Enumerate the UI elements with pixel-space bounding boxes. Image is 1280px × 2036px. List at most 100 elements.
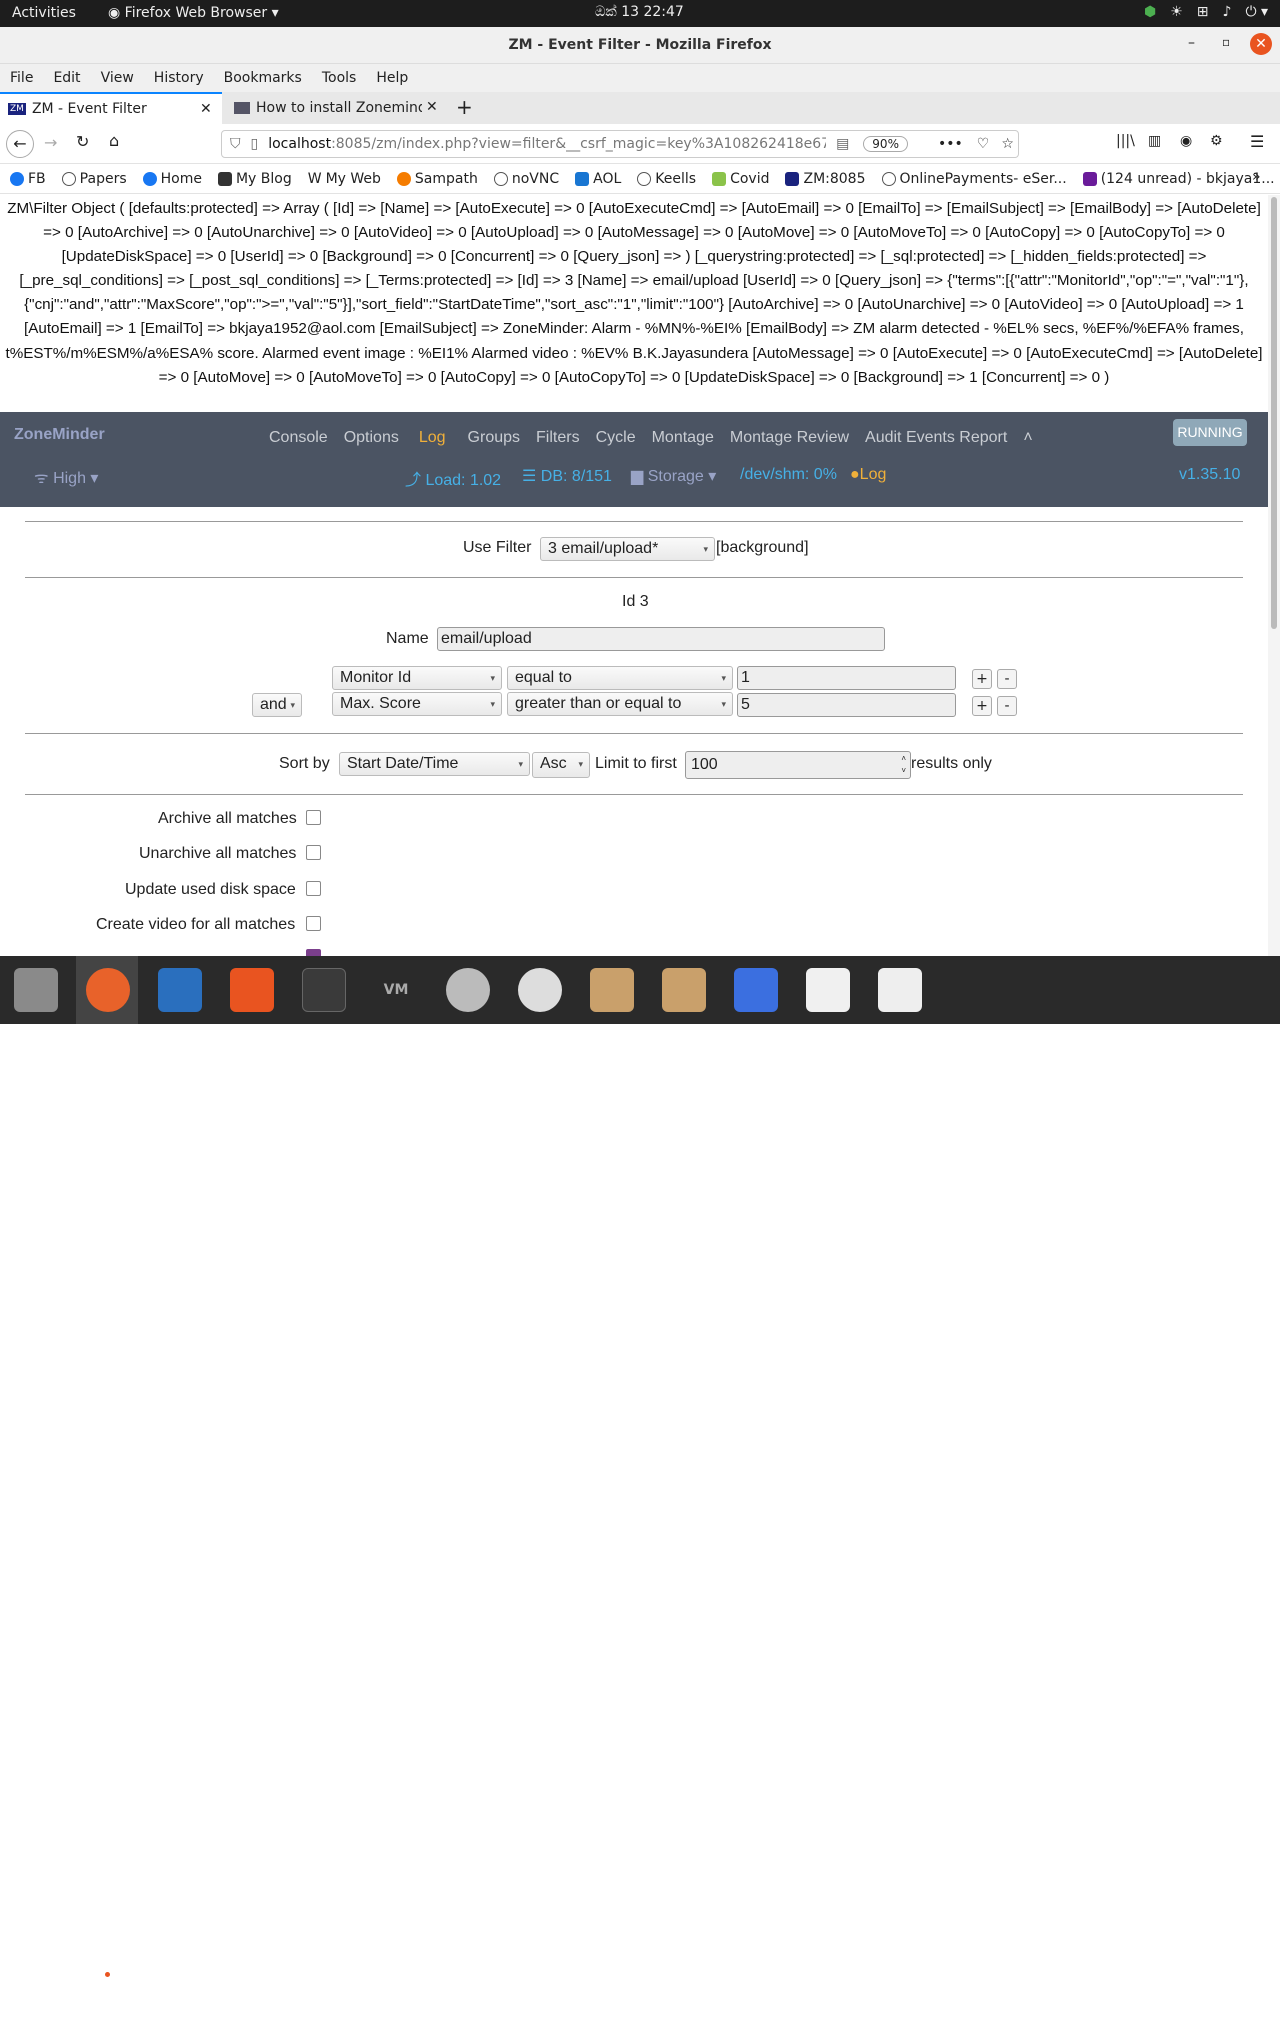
new-tab-icon[interactable]: + [456,95,473,119]
archive-install-icon[interactable] [590,968,634,1012]
more-bookmarks-icon[interactable]: » [1252,169,1261,185]
bookmark-star-icon[interactable]: ☆ [1001,136,1014,152]
term-1-value-input[interactable]: 1 [737,666,956,690]
zm-nav-montage-review[interactable]: Montage Review [730,429,849,447]
zm-nav-montage[interactable]: Montage [652,429,714,447]
users-icon[interactable] [446,968,490,1012]
sort-field-select[interactable]: Start Date/Time ▾ [339,752,530,776]
forward-icon[interactable]: → [44,133,57,152]
pocket-icon[interactable]: ♡ [977,136,990,152]
back-icon[interactable]: ← [6,130,34,158]
screenshot-icon[interactable] [734,968,778,1012]
term-2-value-input[interactable]: 5 [737,693,956,717]
menu-tools[interactable]: Tools [322,70,357,86]
zm-nav-groups[interactable]: Groups [468,429,520,447]
storage-dropdown[interactable]: ▆ Storage ▾ [631,466,716,486]
power-icon[interactable]: ⏻ ▾ [1245,4,1268,20]
bookmark-sampath[interactable]: Sampath [396,171,478,187]
account-icon[interactable]: ◉ [1180,133,1192,149]
text-editor-icon[interactable] [806,968,850,1012]
upload-checkbox[interactable] [306,949,321,956]
menu-file[interactable]: File [10,70,33,86]
zm-nav-console[interactable]: Console [269,429,328,447]
bookmark-fb[interactable]: FB [10,171,46,187]
close-tab-icon[interactable]: ✕ [426,99,438,115]
home-icon[interactable]: ⌂ [109,131,119,150]
term-2-op-select[interactable]: greater than or equal to ▾ [507,692,733,716]
scrollbar-thumb[interactable] [1271,197,1277,629]
terminal-icon[interactable] [302,968,346,1012]
document-viewer-icon[interactable] [878,968,922,1012]
maximize-icon[interactable]: ▫ [1222,35,1230,49]
url-bar[interactable]: ⛉ ▯ localhost :8085/zm/index.php?view=fi… [221,130,1019,158]
log-alert[interactable]: ●Log [850,466,886,484]
clock[interactable]: ඔක් 13 22:47 [595,4,684,20]
menu-history[interactable]: History [154,70,204,86]
limit-input[interactable]: 100 ˄ ˅ [685,751,911,779]
filter-select[interactable]: 3 email/upload* ▾ [540,537,715,561]
term-1-attr-select[interactable]: Monitor Id ▾ [332,666,502,690]
page-scrollbar[interactable] [1268,195,1280,956]
firefox-dock-icon[interactable] [86,968,130,1012]
shield-icon[interactable]: ⛉ [230,136,241,152]
bookmark-online-payments[interactable]: OnlinePayments- eSer... [881,171,1067,187]
writer-icon[interactable] [158,968,202,1012]
vm-icon[interactable]: VM [374,968,418,1012]
zoom-indicator[interactable]: 90% [863,136,908,152]
activities-button[interactable]: Activities [12,5,76,21]
menu-bookmarks[interactable]: Bookmarks [224,70,302,86]
close-window-icon[interactable]: ✕ [1250,33,1272,55]
unarchive-checkbox[interactable] [306,845,321,860]
bookmark-my-web[interactable]: W My Web [308,171,381,187]
stepper-icon[interactable]: ˄ ˅ [901,753,906,777]
updater-icon[interactable] [518,968,562,1012]
zm-nav-filters[interactable]: Filters [536,429,580,447]
reload-icon[interactable]: ↻ [76,132,89,151]
network-icon[interactable]: ⊞ [1197,4,1209,20]
software-center-icon[interactable] [230,968,274,1012]
bookmark-keells[interactable]: Keells [637,171,696,187]
files-icon[interactable] [14,968,58,1012]
bookmark-aol-mail[interactable]: (124 unread) - bkjaya1... [1082,171,1275,187]
menu-edit[interactable]: Edit [53,70,80,86]
minimize-icon[interactable]: – [1188,35,1195,51]
hamburger-menu-icon[interactable]: ☰ [1250,132,1264,151]
update-disk-space-checkbox[interactable] [306,881,321,896]
archive-checkbox[interactable] [306,810,321,825]
zm-nav-options[interactable]: Options [344,429,399,447]
bookmark-home[interactable]: Home [142,171,202,187]
bookmark-novnc[interactable]: noVNC [493,171,559,187]
bandwidth-dropdown[interactable]: ᯤ High ▾ [34,466,98,488]
filter-name-input[interactable]: email/upload [437,627,885,651]
menu-help[interactable]: Help [376,70,408,86]
shield-icon[interactable]: ⬢ [1144,4,1156,20]
show-apps-icon[interactable]: • • • • • • • • • [1226,1925,1260,2035]
zm-status-badge[interactable]: RUNNING [1173,419,1247,446]
extensions-icon[interactable]: ⚙ [1210,133,1223,149]
bookmark-aol[interactable]: AOL [575,171,621,187]
zm-nav-cycle[interactable]: Cycle [596,429,636,447]
remove-term-button[interactable]: - [997,669,1017,689]
brightness-icon[interactable]: ☀ [1170,4,1183,20]
page-info-icon[interactable]: ▯ [251,136,259,152]
bookmark-covid[interactable]: Covid [712,171,769,187]
app-menu[interactable]: ◉ Firefox Web Browser ▾ [108,5,279,21]
system-tray[interactable]: ⬢ ☀ ⊞ ♪ ⏻ ▾ [1144,4,1268,20]
menu-view[interactable]: View [101,70,134,86]
bookmark-zm[interactable]: ZM:8085 [785,171,866,187]
package-icon[interactable] [662,968,706,1012]
tab-how-to-install[interactable]: How to install Zoneminder ✕ [226,92,448,124]
term-2-conjunction-select[interactable]: and ▾ [252,693,302,717]
collapse-nav-icon[interactable]: ˄ [1023,429,1032,447]
bookmark-papers[interactable]: Papers [61,171,127,187]
library-icon[interactable]: |||\ [1116,133,1135,149]
tab-zm-event-filter[interactable]: ZM ZM - Event Filter ✕ [0,92,222,124]
add-term-button[interactable]: + [972,696,992,716]
close-tab-icon[interactable]: ✕ [200,101,212,117]
zm-brand[interactable]: ZoneMinder [14,426,105,444]
reader-view-icon[interactable]: ▤ [836,136,849,152]
volume-icon[interactable]: ♪ [1223,4,1232,20]
zm-nav-log[interactable]: Log [419,429,446,447]
add-term-button[interactable]: + [972,669,992,689]
remove-term-button[interactable]: - [997,696,1017,716]
